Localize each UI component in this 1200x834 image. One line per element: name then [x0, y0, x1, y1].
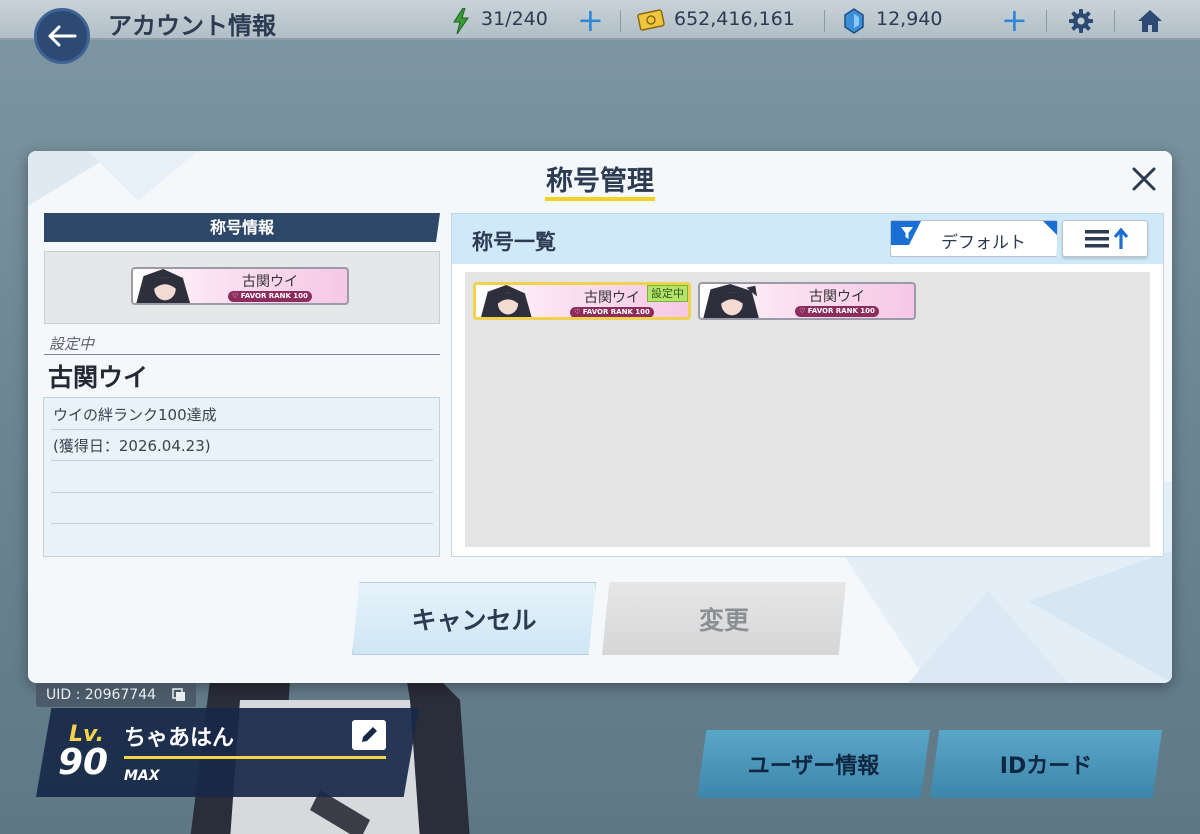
- filter-button[interactable]: デフォルト: [890, 220, 1058, 257]
- page-title: アカウント情報: [108, 12, 276, 40]
- edit-name-button[interactable]: [352, 720, 386, 750]
- title-list-panel: 称号一覧 デフォルト 古関ウイ ♡ FAVOR RANK 100 設定中 古関ウ…: [451, 213, 1164, 557]
- in-use-badge: 設定中: [647, 285, 688, 302]
- gear-icon[interactable]: [1068, 8, 1094, 34]
- plate-name: 古関ウイ: [242, 274, 298, 290]
- title-list-heading: 称号一覧: [472, 230, 556, 254]
- user-info-button[interactable]: ユーザー情報: [697, 730, 930, 798]
- home-icon[interactable]: [1137, 8, 1163, 34]
- title-plate-item[interactable]: 古関ウイ ♡ FAVOR RANK 100 設定中: [473, 282, 691, 320]
- gem-icon: [844, 8, 864, 34]
- divider: [51, 429, 433, 430]
- title-plate-item[interactable]: 古関ウイ ♡ FAVOR RANK 100: [698, 282, 916, 320]
- title-preview: 古関ウイ ♡ FAVOR RANK 100: [44, 251, 440, 324]
- description-line: (獲得日：2026.04.23): [53, 437, 211, 455]
- pencil-icon: [362, 727, 377, 742]
- copy-icon[interactable]: [172, 688, 186, 702]
- cancel-button[interactable]: キャンセル: [352, 582, 596, 655]
- exp-bar: [124, 756, 386, 759]
- top-bar: アカウント情報 31/240 + 652,416,161 12,940 +: [0, 0, 1200, 40]
- portrait-image: [481, 285, 532, 317]
- level-value: 90: [58, 742, 109, 783]
- plate-name: 古関ウイ: [809, 289, 865, 305]
- close-icon[interactable]: [1126, 161, 1162, 197]
- divider: [824, 10, 825, 32]
- ap-value: 31/240: [481, 8, 548, 30]
- title-list-header: 称号一覧 デフォルト: [452, 214, 1163, 264]
- filter-label: デフォルト: [941, 233, 1026, 253]
- credit-value: 652,416,161: [674, 8, 795, 30]
- user-profile-box: Lv. 90 ちゃあはん MAX: [36, 708, 419, 797]
- gem-value: 12,940: [876, 8, 943, 30]
- filter-icon: [901, 227, 913, 239]
- title-info-header: 称号情報: [44, 213, 440, 242]
- current-title-name: 古関ウイ: [48, 363, 149, 392]
- divider: [1046, 10, 1047, 32]
- user-name: ちゃあはん: [124, 726, 235, 751]
- plate-rank: ♡ FAVOR RANK 100: [228, 291, 312, 302]
- back-button[interactable]: [34, 8, 90, 64]
- uid-label: UID : 20967744: [36, 683, 196, 707]
- change-button[interactable]: 変更: [602, 582, 846, 655]
- ap-add-button[interactable]: +: [577, 4, 604, 36]
- divider: [51, 492, 433, 493]
- portrait-image: [703, 284, 759, 318]
- uid-text: UID : 20967744: [46, 687, 157, 703]
- sort-order-icon: [1085, 228, 1129, 249]
- description-line: ウイの絆ランク100達成: [53, 406, 217, 424]
- dialog-title: 称号管理: [546, 166, 654, 197]
- sort-button[interactable]: [1062, 220, 1148, 257]
- title-plate-preview: 古関ウイ ♡ FAVOR RANK 100: [131, 267, 349, 305]
- filter-corner: [1043, 221, 1057, 235]
- plate-rank: ♡ FAVOR RANK 100: [795, 306, 879, 317]
- title-underline: [545, 197, 655, 201]
- divider: [51, 460, 433, 461]
- setting-label: 設定中: [49, 335, 95, 353]
- title-list: 古関ウイ ♡ FAVOR RANK 100 設定中 古関ウイ ♡ FAVOR R…: [465, 272, 1150, 547]
- title-management-dialog: 称号管理 称号情報 古関ウイ ♡ FAVOR RANK 100 設定中 古関ウイ…: [28, 151, 1172, 683]
- divider: [44, 354, 440, 355]
- ap-icon: [453, 8, 469, 34]
- divider: [620, 10, 621, 32]
- gem-add-button[interactable]: +: [1001, 4, 1028, 36]
- exp-max-label: MAX: [124, 768, 160, 784]
- description-box: ウイの絆ランク100達成 (獲得日：2026.04.23): [43, 397, 440, 557]
- divider: [1114, 10, 1115, 32]
- id-card-button[interactable]: IDカード: [930, 730, 1162, 798]
- plate-rank: ♡ FAVOR RANK 100: [570, 307, 654, 317]
- portrait-image: [136, 269, 191, 303]
- back-arrow-icon: [48, 25, 77, 47]
- divider: [51, 523, 433, 524]
- credit-icon: [637, 9, 665, 31]
